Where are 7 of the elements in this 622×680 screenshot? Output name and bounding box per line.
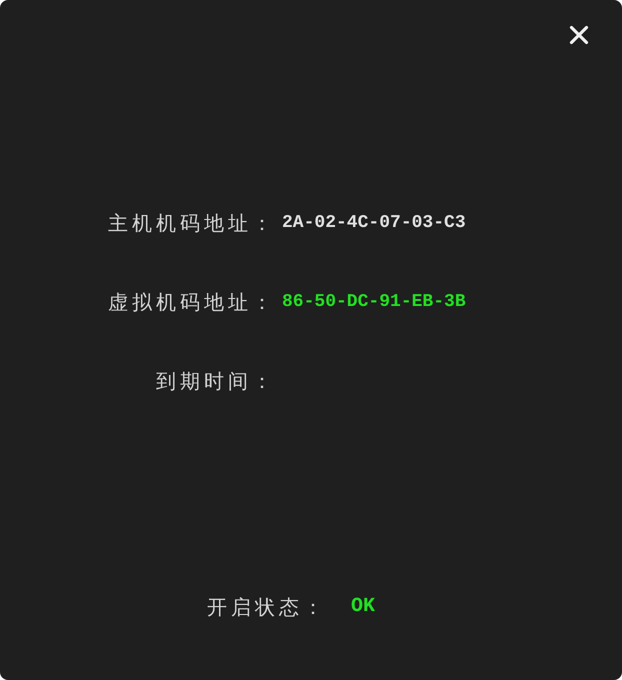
field-label: 主机机码地址：: [107, 210, 276, 237]
status-label: 开启状态：: [207, 594, 327, 621]
field-label: 虚拟机码地址：: [107, 289, 276, 316]
field-label: 到期时间：: [155, 368, 276, 395]
status-value: OK: [351, 594, 376, 620]
field-value: 86-50-DC-91-EB-3B: [282, 290, 466, 314]
field-value: 2A-02-4C-07-03-C3: [282, 212, 466, 234]
